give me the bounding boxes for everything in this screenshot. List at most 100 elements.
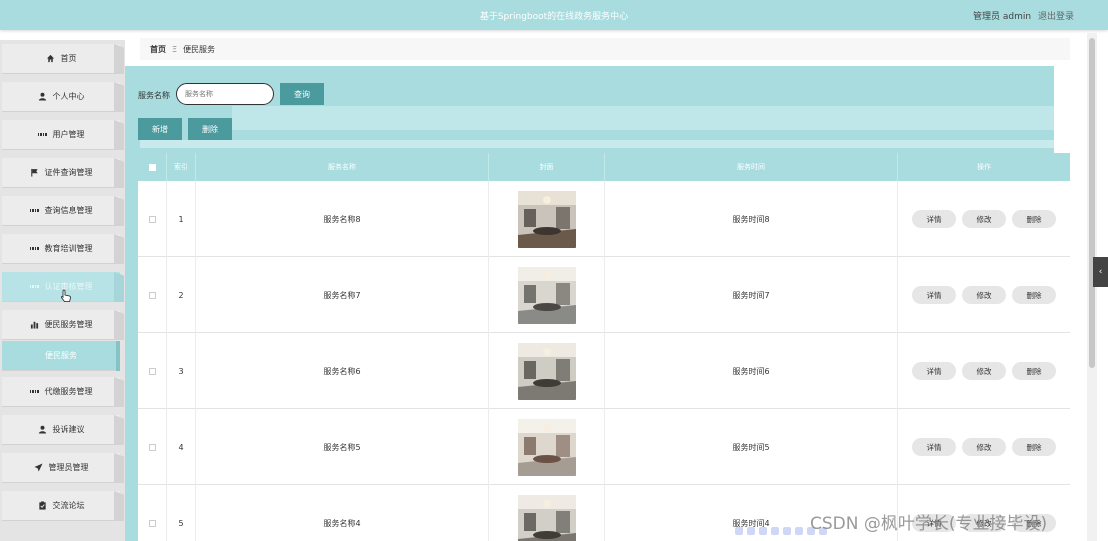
user-icon [38,425,47,434]
select-all-cell [138,153,167,181]
row-checkbox[interactable] [148,291,156,299]
sidebar-item-forum[interactable]: 交流论坛 [2,491,120,521]
sidebar-item-users[interactable]: 用户管理 [2,120,120,150]
sidebar-item-label: 查询信息管理 [44,206,93,215]
row-service-time: 服务时间5 [605,409,898,485]
cover-image [517,266,576,324]
grid-icon [29,244,39,253]
sidebar-item-label: 投诉建议 [52,425,85,434]
row-service-time: 服务时间6 [605,333,898,409]
sidebar-item-label: 教育培训管理 [44,244,93,253]
sidebar-item-label: 证件查询管理 [44,168,93,177]
row-service-name: 服务名称6 [196,333,489,409]
bar-chart-icon [30,320,39,329]
sidebar-item-home[interactable]: 首页 [2,44,120,74]
row-select-cell [138,485,167,541]
header-actions: 操作 [977,163,991,171]
sidebar-item-admin-management[interactable]: 管理员管理 [2,453,120,483]
edit-button[interactable]: 修改 [962,362,1006,380]
user-label: 管理员 admin [973,12,1032,22]
sidebar-item-label: 管理员管理 [48,463,89,472]
clipboard-icon [38,501,47,510]
toolbar-band [232,106,1054,130]
sidebar-item-payment-service[interactable]: 代缴服务管理 [2,377,120,407]
table-row: 3 服务名称6 服务时间6 详情 修改 删除 [138,333,1070,409]
row-delete-button[interactable]: 删除 [1012,438,1056,456]
grid-icon [29,387,39,396]
row-delete-button[interactable]: 删除 [1012,210,1056,228]
sidebar-item-label: 便民服务 [45,351,77,360]
sidebar-item-query-info[interactable]: 查询信息管理 [2,196,120,226]
search-input[interactable] [176,83,274,105]
row-checkbox[interactable] [148,519,156,527]
row-delete-button[interactable]: 删除 [1012,286,1056,304]
row-cover-cell [489,409,605,485]
row-cover-cell [489,257,605,333]
cover-image [517,418,576,476]
add-button[interactable]: 新增 [138,118,182,140]
sidebar-item-service-management[interactable]: 便民服务管理 [2,310,120,340]
breadcrumb-current: 便民服务 [183,44,216,54]
send-icon [33,463,43,472]
sidebar-item-label: 代缴服务管理 [44,387,93,396]
detail-button[interactable]: 详情 [912,286,956,304]
row-service-name: 服务名称8 [196,181,489,257]
sidebar-item-convenience-service[interactable]: 便民服务 [2,341,120,371]
header-cover: 封面 [489,153,605,181]
row-delete-button[interactable]: 删除 [1012,362,1056,380]
sidebar-item-education[interactable]: 教育培训管理 [2,234,120,264]
row-select-cell [138,257,167,333]
row-service-name: 服务名称4 [196,485,489,541]
row-service-name: 服务名称7 [196,257,489,333]
detail-button[interactable]: 详情 [912,210,956,228]
flag-icon [30,168,39,177]
grid-icon [29,282,39,291]
row-service-time: 服务时间7 [605,257,898,333]
header-time: 服务时间 [605,153,898,181]
sidebar-item-profile[interactable]: 个人中心 [2,82,120,112]
edit-button[interactable]: 修改 [962,210,1006,228]
row-index: 3 [167,333,196,409]
sidebar-item-complaints[interactable]: 投诉建议 [2,415,120,445]
edit-button[interactable]: 修改 [962,438,1006,456]
grid-icon [37,130,47,139]
row-service-time: 服务时间8 [605,181,898,257]
hand-cursor-icon [60,289,71,302]
watermark: CSDN @枫叶学长(专业接毕设) [810,514,1048,534]
breadcrumb: 首页 Ξ 便民服务 [140,38,1070,60]
table-row: 2 服务名称7 服务时间7 详情 修改 删除 [138,257,1070,333]
service-table: 索引 服务名称 封面 服务时间 操作 1 服务名称8 服务时间8 详情 修改 删除 2 服务名… [138,153,1070,541]
detail-button[interactable]: 详情 [912,438,956,456]
sidebar-item-label: 个人中心 [52,92,85,101]
detail-button[interactable]: 详情 [912,362,956,380]
collapse-toggle-button[interactable]: ‹ [1093,257,1108,287]
row-index: 5 [167,485,196,541]
table-row: 1 服务名称8 服务时间8 详情 修改 删除 [138,181,1070,257]
row-cover-cell [489,333,605,409]
row-select-cell [138,333,167,409]
row-checkbox[interactable] [148,443,156,451]
sidebar-item-certificate-query[interactable]: 证件查询管理 [2,158,120,188]
row-actions: 详情 修改 删除 [898,181,1070,257]
header-index: 索引 [167,153,196,181]
row-index: 4 [167,409,196,485]
user-icon [38,92,47,101]
delete-button[interactable]: 删除 [188,118,232,140]
select-all-checkbox[interactable] [148,163,156,171]
edit-button[interactable]: 修改 [962,286,1006,304]
row-actions: 详情 修改 删除 [898,257,1070,333]
row-checkbox[interactable] [148,367,156,375]
row-checkbox[interactable] [148,215,156,223]
grid-icon [29,206,39,215]
scrollbar-thumb[interactable] [1089,38,1095,368]
home-icon [46,54,55,63]
query-button[interactable]: 查询 [280,83,324,105]
breadcrumb-home[interactable]: 首页 [150,44,166,55]
header-name: 服务名称 [196,153,489,181]
top-bar: 基于Springboot的在线政务服务中心 管理员 admin 退出登录 [0,0,1108,30]
logout-link[interactable]: 退出登录 [1038,12,1074,22]
table-row: 4 服务名称5 服务时间5 详情 修改 删除 [138,409,1070,485]
sidebar-item-label: 用户管理 [52,130,85,139]
row-cover-cell [489,485,605,541]
table-header: 索引 服务名称 封面 服务时间 操作 [138,153,1070,181]
